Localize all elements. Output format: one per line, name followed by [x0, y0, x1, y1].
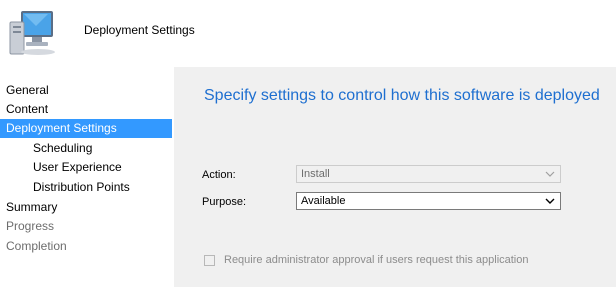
purpose-select[interactable]: Available [296, 192, 561, 210]
approval-checkbox-label: Require administrator approval if users … [224, 254, 529, 266]
wizard-title: Deployment Settings [84, 23, 195, 37]
action-label: Action: [202, 169, 236, 181]
approval-checkbox [204, 255, 215, 266]
nav-item-distribution-points[interactable]: Distribution Points [6, 178, 172, 197]
nav-item-user-experience[interactable]: User Experience [6, 158, 172, 177]
computer-monitor-icon [9, 11, 55, 55]
chevron-down-icon [545, 198, 555, 204]
nav-item-completion: Completion [6, 239, 67, 253]
wizard-navigation: General Content Deployment Settings Sche… [0, 67, 172, 287]
nav-item-summary[interactable]: Summary [6, 198, 172, 217]
nav-item-scheduling[interactable]: Scheduling [6, 139, 172, 158]
action-value: Install [301, 168, 330, 180]
nav-item-deployment-settings[interactable]: Deployment Settings [0, 119, 172, 138]
page-heading: Specify settings to control how this sof… [204, 87, 600, 104]
chevron-down-icon [545, 171, 555, 177]
nav-item-content[interactable]: Content [6, 100, 172, 119]
nav-item-general[interactable]: General [6, 81, 172, 100]
purpose-value: Available [301, 195, 346, 207]
action-select: Install [296, 165, 561, 183]
nav-item-progress: Progress [6, 219, 55, 233]
settings-panel: Specify settings to control how this sof… [174, 67, 616, 287]
purpose-label: Purpose: [202, 196, 247, 208]
wizard-header: Deployment Settings [0, 0, 616, 64]
